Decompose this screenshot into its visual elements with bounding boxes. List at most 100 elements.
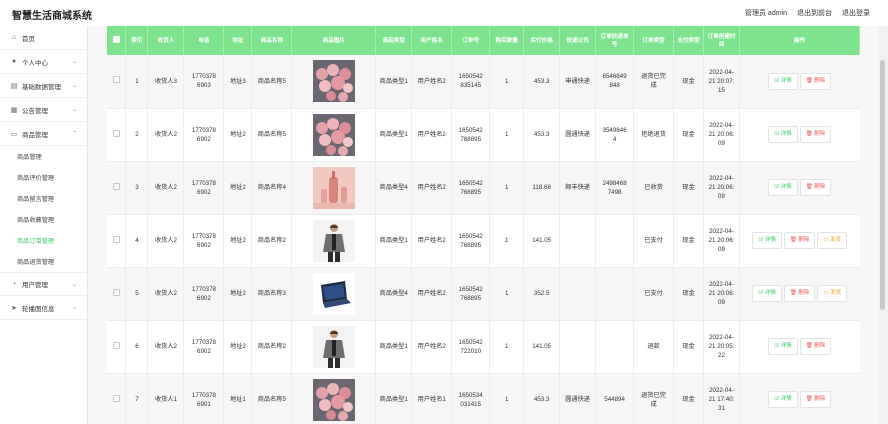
cell-line: 09 [718,246,725,253]
sidebar-item-notice[interactable]: ▦ 公告管理 ⌄ [0,98,87,122]
select-all-cell[interactable] [107,26,127,55]
cell-line: 1650542 [458,232,483,240]
chevron-down-icon: ⌄ [71,59,77,65]
row-checkbox[interactable] [112,182,120,190]
detail-button[interactable]: ☑ 详情 [768,391,798,408]
delete-button[interactable]: 🗑 删除 [783,232,816,249]
cell-goods-name: 商品名称5 [251,373,293,424]
delete-button[interactable]: 🗑 删除 [799,179,832,196]
cell-goods-type: 商品类型1 [375,55,413,108]
sidebar-item-profile[interactable]: ● 个人中心 ⌄ [0,50,87,74]
logout-link[interactable]: 退出登录 [842,8,870,18]
cell-order-type: 退货已完成 [633,55,675,108]
row-select-cell[interactable] [107,373,127,424]
sidebar-item-label: 基础数据管理 [22,83,61,91]
cell-phone: 1770378 6902 [183,108,225,161]
detail-button[interactable]: ☑ 详情 [768,179,798,196]
delete-button[interactable]: 🗑 删除 [783,285,816,302]
cell-quantity: 1 [489,55,525,108]
delete-button[interactable]: 🗑 删除 [799,338,832,355]
cell-line: 09 [718,193,725,200]
cell-line: 2022-04- [709,122,734,129]
action-label: 详情 [780,77,792,84]
row-select-cell[interactable] [107,320,127,373]
submenu-goods-return[interactable]: 商品退货管理 [0,251,87,272]
sidebar-item-users[interactable]: ◔ 用户管理 ⌄ [0,272,87,296]
cell-goods-name: 商品名称3 [251,267,293,320]
row-checkbox[interactable] [112,341,120,349]
detail-button[interactable]: ☑ 详情 [768,126,798,143]
row-select-cell[interactable] [107,108,127,161]
row-checkbox[interactable] [112,235,120,243]
cell-line: 6903 [197,82,211,90]
column-header: 操作 [739,26,861,55]
column-header: 订单创建时间 [703,26,740,55]
row-select-cell[interactable] [107,55,127,108]
sidebar-item-label: 商品管理 [22,131,48,139]
cell-line: 成 [650,400,657,408]
cell-line: 3549846 [602,126,627,134]
sidebar-item-label: 轮播图信息 [22,305,55,313]
row-select-cell[interactable] [107,214,127,267]
cell-order-no: 1650542 768895 [451,267,491,320]
row-checkbox[interactable] [112,394,120,402]
scrollbar-thumb[interactable] [880,60,885,310]
main-content: 索引 收货人 电话 地址 商品名称 商品图片 商品类型 用户姓名 订单号 购买数量 实付价格 快递公司… [88,26,878,424]
column-header: 用户姓名 [411,26,453,55]
cell-line: 768895 [460,241,482,249]
admin-label[interactable]: 管理员 admin [745,8,787,18]
submenu-goods[interactable]: 商品管理 [0,146,87,167]
users-icon: ◔ [11,280,17,288]
select-all-checkbox[interactable] [112,35,120,43]
cell-line: 已支付 [644,237,663,244]
back-to-front-link[interactable]: 退出到前台 [797,8,832,18]
delete-button[interactable]: 🗑 删除 [799,72,832,90]
delete-icon: 🗑 [805,343,813,349]
ship-button[interactable]: ▭ 发货 [817,232,848,249]
top-links: 管理员 admin 退出到前台 退出登录 [745,8,870,18]
ship-icon: ▭ [823,290,829,296]
sidebar-item-basic-data[interactable]: ▤ 基础数据管理 ⌄ [0,74,87,98]
detail-button[interactable]: ☑ 详情 [768,338,798,355]
goods-image [312,272,355,315]
submenu-goods-message[interactable]: 商品留言管理 [0,188,87,209]
row-select-cell[interactable] [107,161,127,214]
cell-price: 352.5 [523,267,561,320]
goods-image [312,219,355,262]
cell-line: 15 [718,86,725,94]
row-checkbox[interactable] [112,129,120,137]
row-select-cell[interactable] [107,267,127,320]
cell-user-name: 用户姓名2 [411,161,453,214]
cell-user-name: 用户姓名1 [411,373,453,424]
cell-created-time: 2022-04- 21 20:07: 15 [703,55,740,108]
cell-line: 退款 [647,343,660,350]
cell-line: 2022-04- [709,387,734,394]
cell-pay-type: 现金 [673,161,705,214]
ship-button[interactable]: ▭ 发货 [817,285,848,302]
cell-line: 22 [718,352,725,359]
submenu-goods-order[interactable]: 商品订单管理 [0,230,87,251]
cell-express: 顺丰快递 [559,161,597,214]
row-checkbox[interactable] [112,76,120,84]
detail-button[interactable]: ☑ 详情 [752,232,782,249]
cell-user-name: 用户姓名2 [411,320,453,373]
sidebar-item-goods[interactable]: ▭ 商品管理 ⌃ [0,122,87,146]
cell-line: 1770378 [191,179,216,187]
detail-button[interactable]: ☑ 详情 [752,285,782,302]
submenu-goods-favorite[interactable]: 商品收藏管理 [0,209,87,230]
delete-button[interactable]: 🗑 删除 [799,391,832,408]
cell-index: 5 [125,267,149,320]
detail-button[interactable]: ☑ 详情 [768,72,798,90]
cell-line: 拒绝退货 [641,131,666,138]
row-checkbox[interactable] [112,288,120,296]
submenu-goods-review[interactable]: 商品评价管理 [0,167,87,188]
cell-line: 21 20:06: [708,237,735,244]
delete-button[interactable]: 🗑 删除 [799,126,832,143]
cell-line: 1650542 [458,73,483,81]
cell-pay-type: 现金 [673,373,705,424]
cell-line: 6546849 [602,73,627,81]
sidebar-item-home[interactable]: ⌂ 首页 [0,26,87,50]
column-header: 支付类型 [673,26,705,55]
sidebar-item-carousel[interactable]: ➤ 轮播图信息 ⌄ [0,296,87,320]
table-header-row: 索引 收货人 电话 地址 商品名称 商品图片 商品类型 用户姓名 订单号 购买数量 实付价格 快递公司… [107,26,861,55]
